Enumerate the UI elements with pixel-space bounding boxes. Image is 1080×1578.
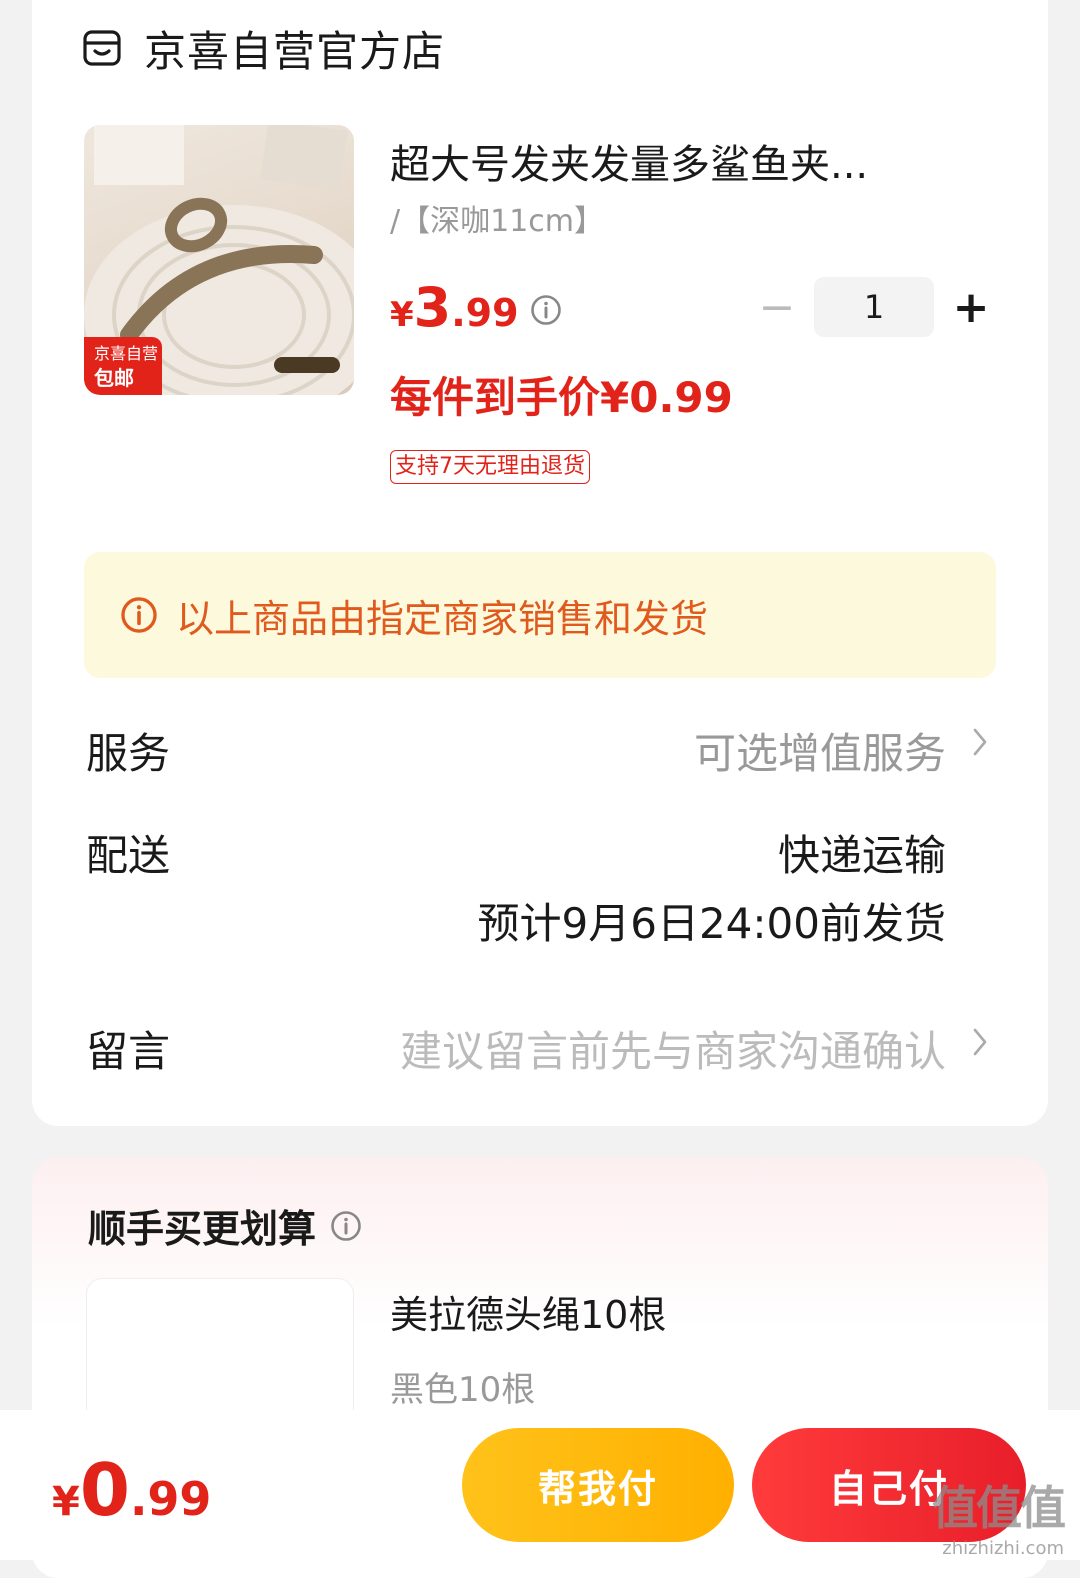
delivery-label: 配送 xyxy=(86,831,171,880)
addon-item-name[interactable]: 美拉德头绳10根 xyxy=(390,1284,666,1339)
watermark-logo: 值值值 xyxy=(932,1481,1066,1535)
service-value[interactable]: 可选增值服务 xyxy=(694,720,946,781)
addon-title: 顺手买更划算 xyxy=(88,1198,362,1253)
service-label: 服务 xyxy=(86,729,171,778)
watermark: 值值值 zhizhizhi.com xyxy=(932,1472,1066,1559)
seller-notice: 以上商品由指定商家销售和发货 xyxy=(84,552,996,678)
addon-item-spec: 黑色10根 xyxy=(390,1370,536,1410)
product-price: ¥ 3 .99 xyxy=(390,276,519,339)
quantity-minus-button[interactable]: − xyxy=(752,276,802,338)
total-price: ¥ 0 .99 xyxy=(52,1448,211,1532)
delivery-method[interactable]: 快递运输 xyxy=(778,822,946,883)
price-info-icon[interactable] xyxy=(530,294,562,326)
price-decimal: .99 xyxy=(451,291,519,335)
help-pay-button[interactable]: 帮我付 xyxy=(462,1428,734,1542)
product-image[interactable]: 京喜自营 包邮 xyxy=(84,125,354,395)
unit-price: 每件到手价¥0.99 xyxy=(390,373,733,422)
store-header[interactable]: 京喜自营官方店 xyxy=(82,18,445,78)
product-spec[interactable]: /【深咖11cm】 xyxy=(390,196,604,240)
image-bar xyxy=(274,357,340,373)
addon-title-text: 顺手买更划算 xyxy=(88,1207,317,1251)
product-title[interactable]: 超大号发夹发量多鲨鱼夹... xyxy=(390,132,970,190)
total-decimal: .99 xyxy=(129,1472,212,1526)
price-currency: ¥ xyxy=(390,295,414,335)
quantity-input[interactable]: 1 xyxy=(814,277,934,337)
badge-line2: 包邮 xyxy=(94,365,134,390)
addon-info-icon[interactable] xyxy=(330,1210,362,1242)
store-icon xyxy=(83,30,121,66)
notice-info-icon xyxy=(121,597,157,633)
total-integer: 0 xyxy=(79,1448,130,1532)
badge-line1: 京喜自营 xyxy=(94,344,159,363)
service-chevron-icon[interactable] xyxy=(970,726,990,758)
image-badge: 京喜自营 包邮 xyxy=(84,337,162,395)
quantity-plus-button[interactable]: + xyxy=(946,276,996,338)
total-currency: ¥ xyxy=(52,1479,80,1525)
price-integer: 3 xyxy=(413,276,452,339)
delivery-eta: 预计9月6日24:00前发货 xyxy=(477,899,946,948)
message-label: 留言 xyxy=(86,1027,171,1076)
quantity-stepper: − 1 + xyxy=(752,276,996,338)
message-input[interactable]: 建议留言前先与商家沟通确认 xyxy=(400,1018,946,1079)
watermark-url: zhizhizhi.com xyxy=(942,1538,1064,1559)
message-chevron-icon[interactable] xyxy=(970,1026,990,1058)
return-policy-tag: 支持7天无理由退货 xyxy=(390,450,590,484)
store-name: 京喜自营官方店 xyxy=(144,26,446,76)
notice-text: 以上商品由指定商家销售和发货 xyxy=(176,596,709,641)
